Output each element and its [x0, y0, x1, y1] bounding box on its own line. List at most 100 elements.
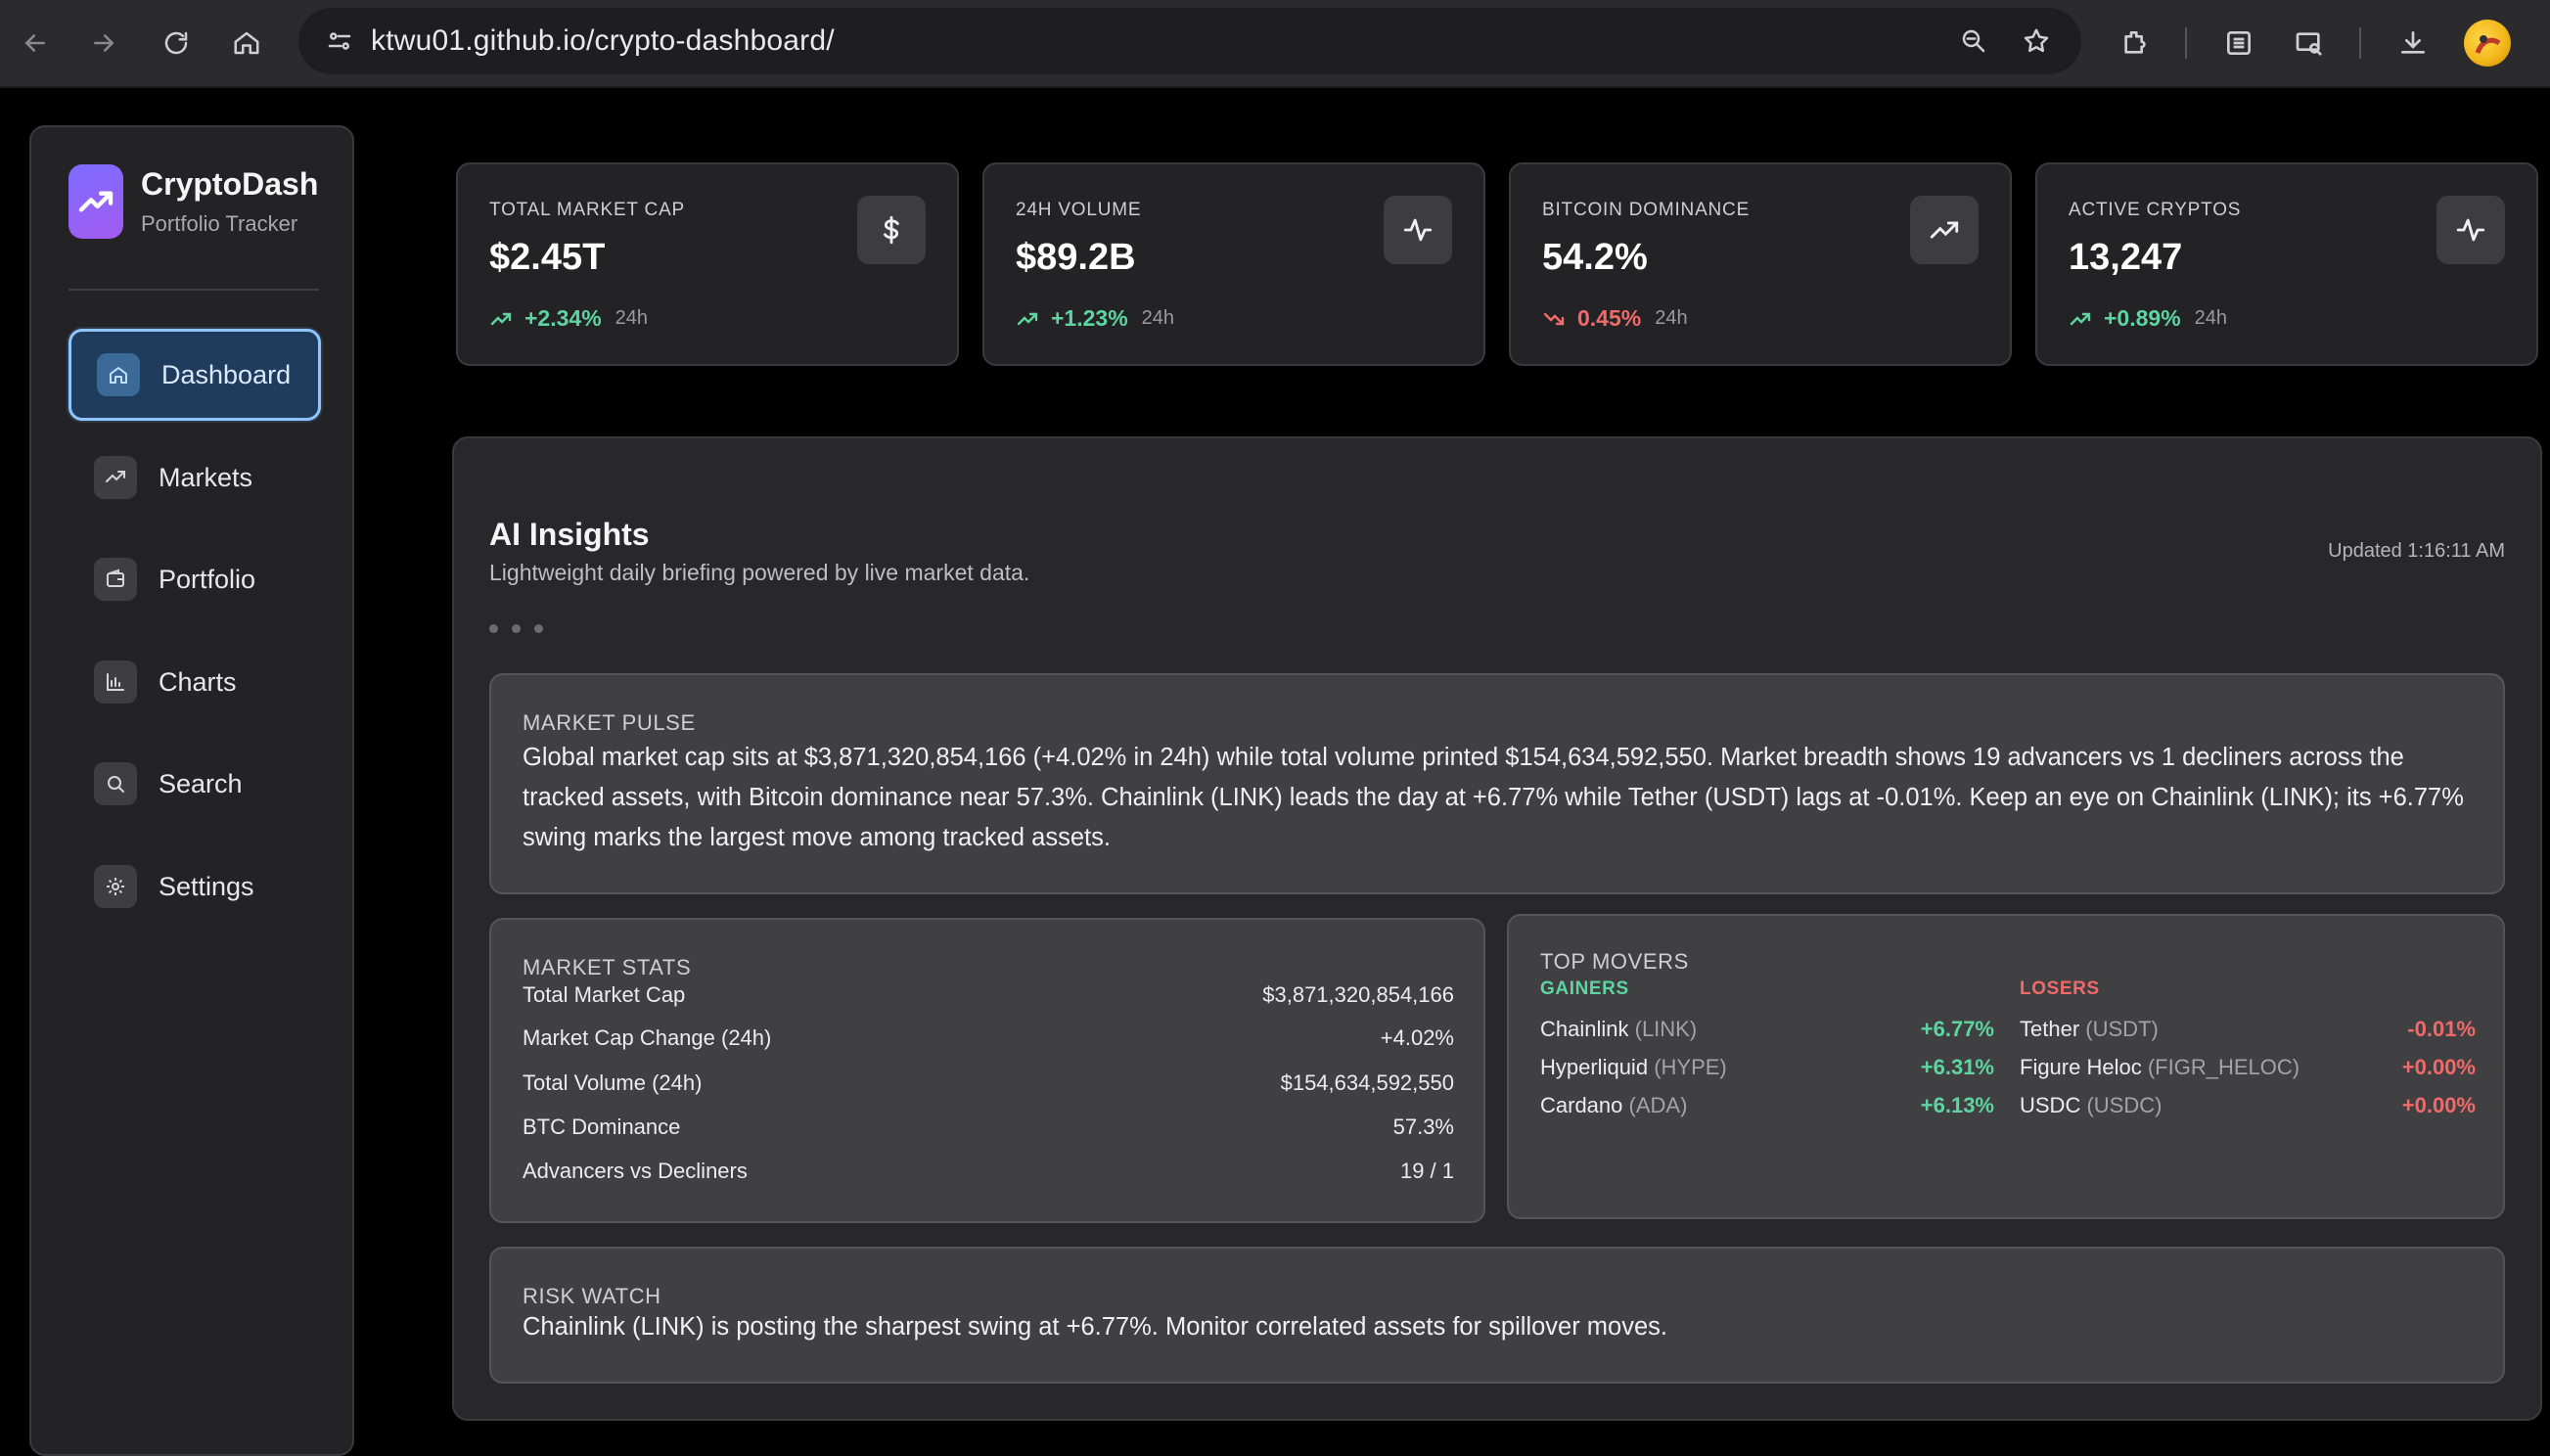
carousel-dot[interactable]: [512, 624, 521, 633]
asset-symbol: (USDC): [2086, 1093, 2163, 1117]
stat-change-value: +2.34%: [524, 305, 602, 331]
market-pulse-text: Global market cap sits at $3,871,320,854…: [523, 744, 2464, 851]
top-movers-card: TOP MOVERS GAINERS LOSERS Chainlink (LIN…: [1507, 914, 2505, 1219]
stats-row-label: Total Market Cap: [523, 982, 686, 1007]
stat-change-period: 24h: [2194, 307, 2228, 329]
url-text[interactable]: ktwu01.github.io/crypto-dashboard/: [371, 8, 835, 74]
loser-row: Figure Heloc (FIGR_HELOC) +0.00%: [2020, 1055, 2476, 1084]
loser-row: Tether (USDT) -0.01%: [2020, 1017, 2476, 1046]
asset-change: +6.77%: [1920, 1017, 1994, 1041]
sidebar-item-search[interactable]: Search: [68, 738, 321, 830]
asset-symbol: (LINK): [1634, 1017, 1698, 1041]
asset-change: +0.00%: [2401, 1055, 2476, 1079]
sidebar-item-dashboard[interactable]: Dashboard: [68, 329, 321, 421]
losers-heading: LOSERS: [2020, 978, 2100, 999]
asset-name: USDC: [2020, 1093, 2081, 1117]
stats-row: Total Volume (24h) $154,634,592,550: [523, 1070, 1454, 1100]
stats-row-label: BTC Dominance: [523, 1115, 681, 1139]
stats-row-label: Advancers vs Decliners: [523, 1159, 748, 1183]
zoom-icon[interactable]: [1952, 20, 1995, 63]
stat-value: $89.2B: [1016, 237, 1136, 278]
toolbar-divider: [2185, 27, 2187, 59]
stat-card-24h-volume: 24H VOLUME $89.2B +1.23% 24h: [982, 162, 1485, 366]
stat-change-value: +0.89%: [2104, 305, 2181, 331]
market-pulse-heading: MARKET PULSE: [523, 710, 696, 735]
asset-name: Tether: [2020, 1017, 2080, 1041]
stat-value: 54.2%: [1542, 237, 1648, 278]
carousel-dot[interactable]: [534, 624, 543, 633]
back-button[interactable]: [14, 22, 57, 65]
extensions-icon[interactable]: [2112, 20, 2159, 67]
activity-icon: [1384, 196, 1452, 264]
toolbar-divider: [2359, 27, 2361, 59]
brand-title: CryptoDash: [141, 166, 319, 202]
asset-name: Hyperliquid: [1540, 1055, 1649, 1079]
home-button[interactable]: [225, 22, 268, 65]
profile-avatar[interactable]: [2464, 20, 2511, 67]
gear-icon: [94, 865, 137, 908]
stat-change: +1.23% 24h: [1016, 305, 1174, 332]
stat-label: ACTIVE CRYPTOS: [2069, 200, 2242, 220]
sidebar-item-label: Markets: [159, 462, 253, 492]
activity-icon: [2436, 196, 2505, 264]
trend-up-icon: [490, 312, 512, 325]
sidebar-item-label: Dashboard: [161, 359, 292, 389]
home-icon: [97, 353, 140, 396]
stat-label: 24H VOLUME: [1016, 200, 1142, 220]
market-stats-heading: MARKET STATS: [523, 955, 692, 979]
carousel-dots[interactable]: [489, 624, 543, 633]
market-stats-card: MARKET STATS Total Market Cap $3,871,320…: [489, 918, 1485, 1223]
sidebar-divider: [68, 289, 319, 291]
risk-watch-heading: RISK WATCH: [523, 1284, 661, 1308]
stats-row: Market Cap Change (24h) +4.02%: [523, 1025, 1454, 1055]
reload-icon: [164, 31, 188, 55]
asset-change: +0.00%: [2401, 1093, 2476, 1117]
asset-name: Chainlink: [1540, 1017, 1629, 1041]
trending-up-icon: [1910, 196, 1979, 264]
reading-list-icon[interactable]: [2215, 20, 2262, 67]
stats-row-value: $154,634,592,550: [1280, 1070, 1454, 1095]
download-icon[interactable]: [2390, 20, 2436, 67]
stats-row-value: 19 / 1: [1399, 1159, 1454, 1183]
sidebar-item-charts[interactable]: Charts: [68, 636, 321, 728]
sidebar-item-label: Settings: [159, 871, 254, 901]
bookmark-star-icon[interactable]: [2015, 20, 2058, 63]
stats-row-value: $3,871,320,854,166: [1262, 982, 1454, 1007]
sidebar-item-settings[interactable]: Settings: [68, 841, 321, 933]
stats-row: Advancers vs Decliners 19 / 1: [523, 1159, 1454, 1188]
asset-name: Figure Heloc: [2020, 1055, 2142, 1079]
trending-up-icon: [78, 191, 114, 212]
sidebar-item-label: Charts: [159, 666, 237, 697]
page-search-icon[interactable]: [2286, 20, 2333, 67]
stat-change-period: 24h: [1655, 307, 1688, 329]
trend-up-icon: [1017, 312, 1038, 325]
reload-button[interactable]: [155, 22, 198, 65]
ai-insights-panel: AI Insights Lightweight daily briefing p…: [452, 436, 2542, 1421]
carousel-dot[interactable]: [489, 624, 498, 633]
stat-change-value: 0.45%: [1577, 305, 1642, 331]
stat-change-period: 24h: [1141, 307, 1175, 329]
market-pulse-card: MARKET PULSE Global market cap sits at $…: [489, 673, 2505, 894]
trend-up-icon: [2070, 312, 2091, 325]
stat-card-total-market-cap: TOTAL MARKET CAP $2.45T +2.34% 24h: [456, 162, 959, 366]
stats-row-label: Total Volume (24h): [523, 1070, 703, 1095]
bar-chart-icon: [94, 660, 137, 704]
arrow-right-icon: [94, 34, 114, 52]
stats-row: Total Market Cap $3,871,320,854,166: [523, 982, 1454, 1012]
sidebar-item-markets[interactable]: Markets: [68, 432, 321, 523]
brand-subtitle: Portfolio Tracker: [141, 211, 298, 236]
stat-change-period: 24h: [615, 307, 649, 329]
asset-change: +6.31%: [1920, 1055, 1994, 1079]
gainer-row: Chainlink (LINK) +6.77%: [1540, 1017, 1994, 1046]
sidebar: CryptoDash Portfolio Tracker Dashboard M…: [29, 125, 354, 1456]
forward-button[interactable]: [82, 22, 125, 65]
sidebar-item-portfolio[interactable]: Portfolio: [68, 533, 321, 625]
stats-row: BTC Dominance 57.3%: [523, 1115, 1454, 1144]
stat-label: BITCOIN DOMINANCE: [1542, 200, 1751, 220]
address-bar[interactable]: ktwu01.github.io/crypto-dashboard/: [298, 8, 2081, 74]
asset-symbol: (ADA): [1628, 1093, 1688, 1117]
sidebar-item-label: Search: [159, 768, 243, 798]
arrow-left-icon: [24, 34, 45, 52]
site-info-icon[interactable]: [318, 20, 361, 63]
asset-symbol: (HYPE): [1654, 1055, 1727, 1079]
